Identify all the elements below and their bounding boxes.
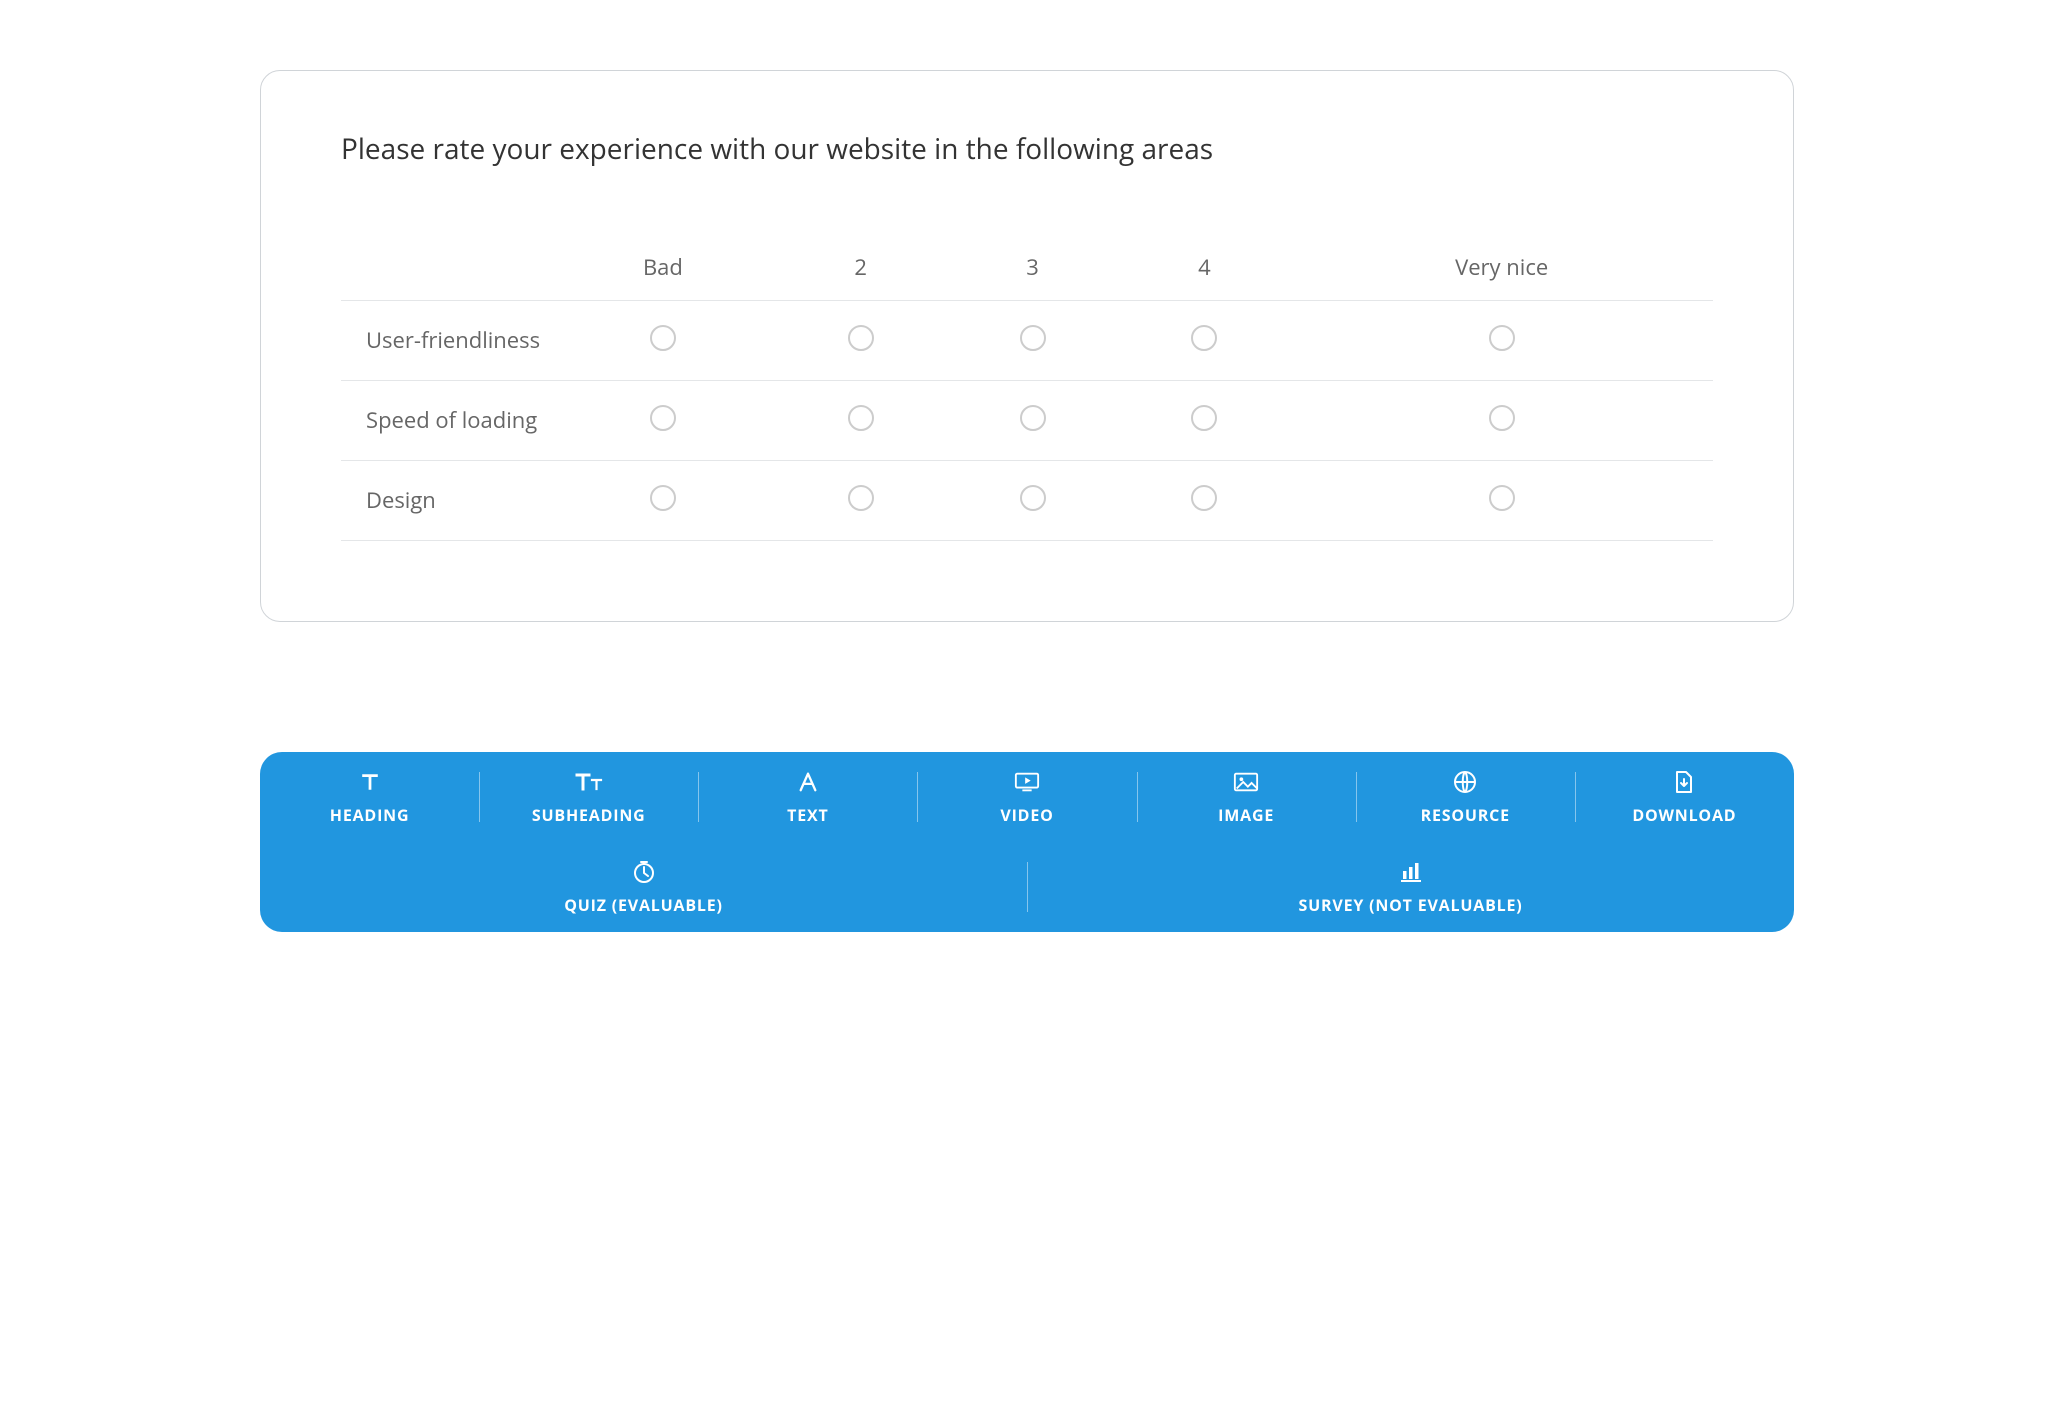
radio-button[interactable] xyxy=(1191,485,1217,511)
radio-button[interactable] xyxy=(848,325,874,351)
toolbar-label: SUBHEADING xyxy=(532,804,646,826)
quiz-icon xyxy=(632,860,656,884)
row-label: Design xyxy=(341,460,551,540)
toolbar-label: VIDEO xyxy=(1000,804,1053,826)
radio-button[interactable] xyxy=(650,325,676,351)
toolbar-label: SURVEY (NOT EVALUABLE) xyxy=(1299,894,1523,916)
radio-button[interactable] xyxy=(1489,325,1515,351)
survey-icon xyxy=(1399,860,1423,884)
radio-button[interactable] xyxy=(848,405,874,431)
radio-button[interactable] xyxy=(650,405,676,431)
radio-button[interactable] xyxy=(1191,325,1217,351)
toolbar-label: HEADING xyxy=(330,804,410,826)
toolbar-label: TEXT xyxy=(787,804,828,826)
text-icon xyxy=(797,770,819,794)
toolbar-row-2: QUIZ (EVALUABLE) SURVEY (NOT EVALUABLE) xyxy=(260,842,1794,932)
insert-toolbar: HEADING SUBHEADING TEXT xyxy=(260,752,1794,932)
rating-table: Bad 2 3 4 Very nice User-friendliness Sp… xyxy=(341,234,1713,541)
table-row: Speed of loading xyxy=(341,380,1713,460)
rating-header-empty xyxy=(341,234,551,301)
rating-header: 3 xyxy=(947,234,1119,301)
toolbar-item-survey[interactable]: SURVEY (NOT EVALUABLE) xyxy=(1027,842,1794,932)
video-icon xyxy=(1014,770,1040,794)
rating-header: 2 xyxy=(775,234,947,301)
toolbar-label: DOWNLOAD xyxy=(1632,804,1736,826)
toolbar-item-video[interactable]: VIDEO xyxy=(917,752,1136,842)
radio-button[interactable] xyxy=(1489,485,1515,511)
toolbar-item-text[interactable]: TEXT xyxy=(698,752,917,842)
row-label: User-friendliness xyxy=(341,300,551,380)
radio-button[interactable] xyxy=(1489,405,1515,431)
radio-button[interactable] xyxy=(1020,405,1046,431)
rating-header: 4 xyxy=(1118,234,1290,301)
rating-header: Very nice xyxy=(1290,234,1713,301)
table-row: User-friendliness xyxy=(341,300,1713,380)
toolbar-label: IMAGE xyxy=(1218,804,1274,826)
toolbar-label: QUIZ (EVALUABLE) xyxy=(564,894,723,916)
toolbar-row-1: HEADING SUBHEADING TEXT xyxy=(260,752,1794,842)
radio-button[interactable] xyxy=(650,485,676,511)
subheading-icon xyxy=(575,770,603,794)
toolbar-item-download[interactable]: DOWNLOAD xyxy=(1575,752,1794,842)
row-label: Speed of loading xyxy=(341,380,551,460)
rating-header: Bad xyxy=(551,234,775,301)
toolbar-item-quiz[interactable]: QUIZ (EVALUABLE) xyxy=(260,842,1027,932)
image-icon xyxy=(1233,770,1259,794)
toolbar-item-heading[interactable]: HEADING xyxy=(260,752,479,842)
survey-card: Please rate your experience with our web… xyxy=(260,70,1794,622)
radio-button[interactable] xyxy=(1191,405,1217,431)
radio-button[interactable] xyxy=(1020,485,1046,511)
resource-icon xyxy=(1453,770,1477,794)
toolbar-item-resource[interactable]: RESOURCE xyxy=(1356,752,1575,842)
toolbar-item-image[interactable]: IMAGE xyxy=(1137,752,1356,842)
download-icon xyxy=(1674,770,1694,794)
survey-question: Please rate your experience with our web… xyxy=(341,131,1713,169)
table-row: Design xyxy=(341,460,1713,540)
heading-icon xyxy=(359,770,381,794)
radio-button[interactable] xyxy=(1020,325,1046,351)
radio-button[interactable] xyxy=(848,485,874,511)
toolbar-label: RESOURCE xyxy=(1421,804,1510,826)
toolbar-item-subheading[interactable]: SUBHEADING xyxy=(479,752,698,842)
